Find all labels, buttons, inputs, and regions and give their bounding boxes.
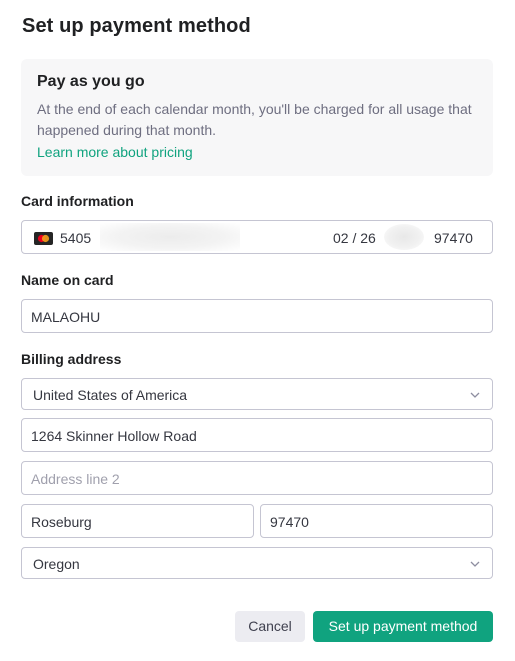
set-up-payment-method-button[interactable]: Set up payment method bbox=[313, 611, 493, 642]
card-cvc-redaction bbox=[384, 224, 424, 250]
chevron-down-icon bbox=[470, 561, 480, 567]
chevron-down-icon bbox=[470, 392, 480, 398]
pay-as-you-go-panel: Pay as you go At the end of each calenda… bbox=[21, 59, 493, 176]
card-expiry-input[interactable]: 02 / 26 bbox=[333, 230, 376, 246]
card-zip-input[interactable]: 97470 bbox=[434, 230, 473, 246]
info-description: At the end of each calendar month, you'l… bbox=[37, 101, 472, 138]
city-input[interactable]: Roseburg bbox=[21, 504, 254, 538]
country-select[interactable]: United States of America bbox=[21, 378, 493, 410]
address-line1-value: 1264 Skinner Hollow Road bbox=[31, 428, 197, 444]
card-information-field[interactable]: 5405 02 / 26 97470 bbox=[21, 220, 493, 254]
billing-address-label: Billing address bbox=[21, 351, 122, 367]
postal-code-value: 97470 bbox=[270, 514, 309, 530]
card-number-input[interactable]: 5405 bbox=[60, 230, 91, 246]
address-line2-input[interactable]: Address line 2 bbox=[21, 461, 493, 495]
name-on-card-value: MALAOHU bbox=[31, 309, 101, 325]
address-line2-placeholder: Address line 2 bbox=[31, 471, 120, 487]
card-information-label: Card information bbox=[21, 193, 134, 209]
info-title: Pay as you go bbox=[37, 73, 145, 90]
dialog-title: Set up payment method bbox=[22, 15, 251, 37]
cancel-button[interactable]: Cancel bbox=[235, 611, 305, 642]
state-select[interactable]: Oregon bbox=[21, 547, 493, 579]
name-on-card-input[interactable]: MALAOHU bbox=[21, 299, 493, 333]
country-value: United States of America bbox=[33, 387, 188, 403]
state-value: Oregon bbox=[33, 556, 80, 572]
mastercard-icon bbox=[34, 232, 53, 245]
pricing-link[interactable]: Learn more about pricing bbox=[37, 144, 193, 160]
name-on-card-label: Name on card bbox=[21, 272, 114, 288]
address-line1-input[interactable]: 1264 Skinner Hollow Road bbox=[21, 418, 493, 452]
city-value: Roseburg bbox=[31, 514, 92, 530]
postal-code-input[interactable]: 97470 bbox=[260, 504, 493, 538]
card-number-redaction bbox=[100, 223, 240, 251]
